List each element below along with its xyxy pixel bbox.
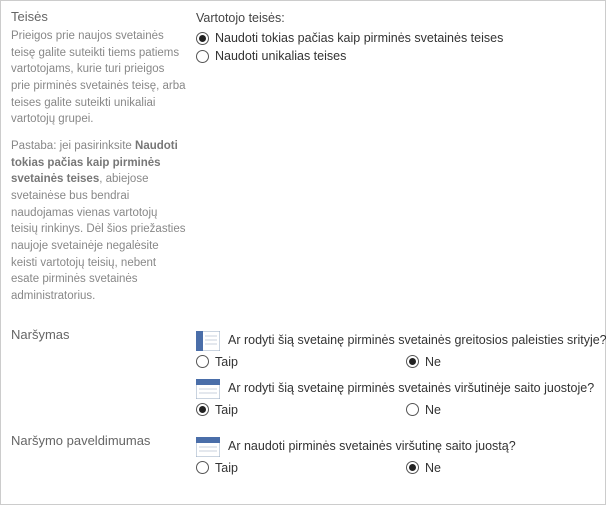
permissions-desc1: Prieigos prie naujos svetainės teisę gal… <box>11 28 186 128</box>
radio-unique-permissions[interactable]: Naudoti unikalias teises <box>196 49 595 63</box>
radio-same-permissions[interactable]: Naudoti tokias pačias kaip pirminės svet… <box>196 31 595 45</box>
yes-label: Taip <box>215 403 238 417</box>
no-label: Ne <box>425 461 441 475</box>
nav-q1-yes[interactable]: Taip <box>196 355 406 369</box>
radio-icon <box>196 32 209 45</box>
nav-inherit-left: Naršymo paveldimumas <box>11 433 196 485</box>
topbar-icon <box>196 437 220 457</box>
permissions-desc2-prefix: Pastaba: jei pasirinksite <box>11 140 135 152</box>
permissions-left: Teisės Prieigos prie naujos svetainės te… <box>11 9 196 315</box>
permissions-desc2: Pastaba: jei pasirinksite Naudoti tokias… <box>11 138 186 305</box>
radio-icon <box>196 403 209 416</box>
inherit-q1-yes[interactable]: Taip <box>196 461 406 475</box>
section-permissions: Teisės Prieigos prie naujos svetainės te… <box>1 1 605 315</box>
permissions-desc2-suffix: , abiejose svetainėse bus bendrai naudoj… <box>11 173 185 302</box>
inherit-q1-row: Ar naudoti pirminės svetainės viršutinę … <box>196 437 606 457</box>
nav-q2-row: Ar rodyti šią svetainę pirminės svetainė… <box>196 379 606 399</box>
permissions-field-label: Vartotojo teisės: <box>196 11 595 25</box>
nav-q1-no[interactable]: Ne <box>406 355 606 369</box>
navigation-right: Ar rodyti šią svetainę pirminės svetainė… <box>196 327 606 427</box>
no-label: Ne <box>425 355 441 369</box>
topbar-icon <box>196 379 220 399</box>
nav-q2-no[interactable]: Ne <box>406 403 606 417</box>
permissions-title: Teisės <box>11 9 186 24</box>
radio-icon <box>406 403 419 416</box>
radio-icon <box>406 461 419 474</box>
radio-icon <box>196 461 209 474</box>
nav-q2-options: Taip Ne <box>196 403 606 417</box>
nav-q1-text: Ar rodyti šią svetainę pirminės svetainė… <box>228 331 606 347</box>
radio-icon <box>406 355 419 368</box>
yes-label: Taip <box>215 461 238 475</box>
yes-label: Taip <box>215 355 238 369</box>
radio-icon <box>196 355 209 368</box>
nav-inherit-title: Naršymo paveldimumas <box>11 433 186 448</box>
nav-q1-row: Ar rodyti šią svetainę pirminės svetainė… <box>196 331 606 351</box>
no-label: Ne <box>425 403 441 417</box>
radio-unique-label: Naudoti unikalias teises <box>215 49 346 63</box>
inherit-q1-options: Taip Ne <box>196 461 606 475</box>
inherit-q1-no[interactable]: Ne <box>406 461 606 475</box>
permissions-right: Vartotojo teisės: Naudoti tokias pačias … <box>196 9 595 315</box>
section-nav-inherit: Naršymo paveldimumas Ar naudoti pirminės… <box>1 427 605 485</box>
section-navigation: Naršymas Ar rodyti šią svetainę pirminės… <box>1 315 605 427</box>
nav-q2-text: Ar rodyti šią svetainę pirminės svetainė… <box>228 379 594 395</box>
radio-same-label: Naudoti tokias pačias kaip pirminės svet… <box>215 31 503 45</box>
nav-inherit-right: Ar naudoti pirminės svetainės viršutinę … <box>196 433 606 485</box>
navigation-title: Naršymas <box>11 327 186 342</box>
nav-q2-yes[interactable]: Taip <box>196 403 406 417</box>
radio-icon <box>196 50 209 63</box>
inherit-q1-text: Ar naudoti pirminės svetainės viršutinę … <box>228 437 516 453</box>
navigation-left: Naršymas <box>11 327 196 427</box>
nav-q1-options: Taip Ne <box>196 355 606 369</box>
quicklaunch-icon <box>196 331 220 351</box>
